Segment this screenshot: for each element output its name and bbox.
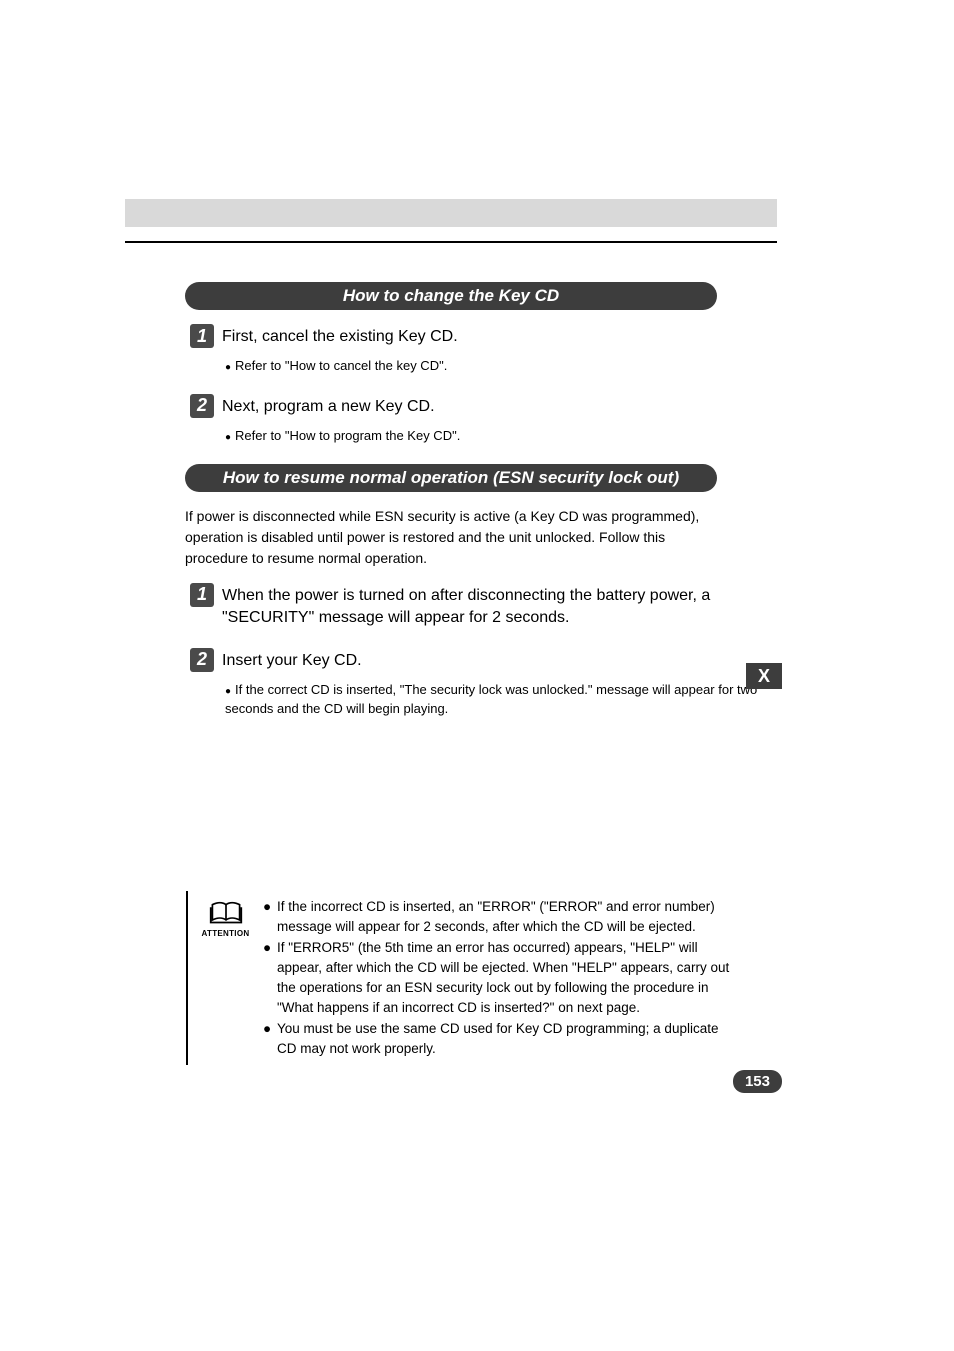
section-header-change-key-cd: How to change the Key CD: [185, 282, 717, 310]
step-text: Insert your Key CD.: [222, 648, 777, 672]
attention-item: ● If the incorrect CD is inserted, an "E…: [263, 897, 741, 938]
step-number-icon: 2: [190, 394, 214, 418]
step-subnote: ●If the correct CD is inserted, "The sec…: [225, 680, 777, 719]
step-2-program: 2 Next, program a new Key CD.: [125, 394, 777, 418]
bullet-icon: ●: [225, 432, 231, 443]
main-content: How to change the Key CD 1 First, cancel…: [125, 282, 777, 737]
subnote-text: If the correct CD is inserted, "The secu…: [225, 682, 757, 717]
attention-item: ● If "ERROR5" (the 5th time an error has…: [263, 938, 741, 1019]
step-subnote: ● Refer to "How to program the Key CD".: [225, 426, 777, 446]
attention-item-text: You must be use the same CD used for Key…: [277, 1019, 741, 1060]
bullet-icon: ●: [263, 1019, 277, 1060]
step-text: First, cancel the existing Key CD.: [222, 324, 777, 348]
bullet-icon: ●: [225, 686, 231, 697]
attention-label: ATTENTION: [202, 929, 250, 938]
step-number-icon: 2: [190, 648, 214, 672]
bullet-icon: ●: [225, 362, 231, 373]
step-text: Next, program a new Key CD.: [222, 394, 777, 418]
step-2-insert-cd: 2 Insert your Key CD.: [125, 648, 777, 672]
page-number: 153: [733, 1070, 782, 1093]
book-icon: [209, 901, 243, 927]
step-1-cancel: 1 First, cancel the existing Key CD.: [125, 324, 777, 348]
attention-icon: ATTENTION: [198, 901, 253, 938]
step-number-icon: 1: [190, 324, 214, 348]
attention-box: ATTENTION ● If the incorrect CD is inser…: [186, 891, 741, 1065]
attention-left-border: [186, 891, 188, 1065]
bullet-icon: ●: [263, 938, 277, 1019]
header-bar: [125, 199, 777, 227]
step-text: When the power is turned on after discon…: [222, 583, 777, 630]
section-intro-paragraph: If power is disconnected while ESN secur…: [185, 506, 717, 569]
attention-list: ● If the incorrect CD is inserted, an "E…: [263, 891, 741, 1065]
section-tab-x: X: [746, 663, 782, 689]
attention-item-text: If the incorrect CD is inserted, an "ERR…: [277, 897, 741, 938]
attention-item-text: If "ERROR5" (the 5th time an error has o…: [277, 938, 741, 1019]
step-number-icon: 1: [190, 583, 214, 607]
step-1-power-on: 1 When the power is turned on after disc…: [125, 583, 777, 630]
subnote-text: Refer to "How to program the Key CD".: [235, 428, 460, 443]
header-divider: [125, 241, 777, 243]
attention-item: ● You must be use the same CD used for K…: [263, 1019, 741, 1060]
subnote-text: Refer to "How to cancel the key CD".: [235, 358, 447, 373]
bullet-icon: ●: [263, 897, 277, 938]
section-header-resume-operation: How to resume normal operation (ESN secu…: [185, 464, 717, 492]
step-subnote: ● Refer to "How to cancel the key CD".: [225, 356, 777, 376]
